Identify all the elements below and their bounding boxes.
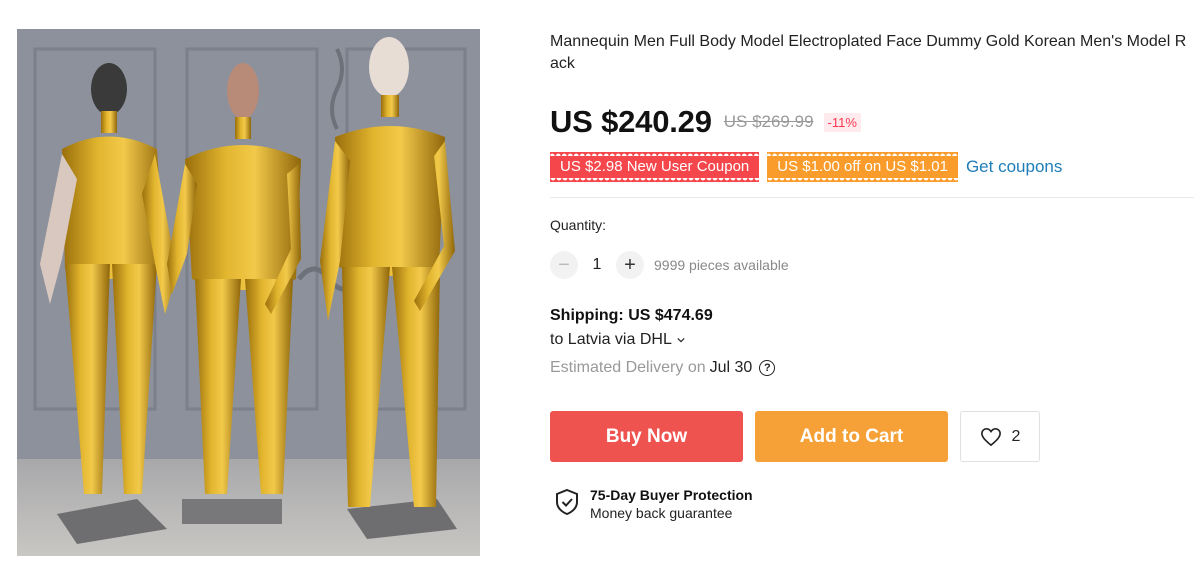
help-icon[interactable]: ?: [759, 360, 776, 376]
product-photo: [17, 29, 480, 556]
quantity-decrease-button[interactable]: −: [550, 251, 578, 279]
quantity-increase-button[interactable]: +: [616, 251, 644, 279]
quantity-value[interactable]: 1: [578, 256, 616, 274]
quantity-stepper: − 1 + 9999 pieces available: [550, 251, 789, 279]
delivery-label: Estimated Delivery on: [550, 359, 706, 376]
shield-check-icon: [556, 488, 578, 516]
protection-subtitle: Money back guarantee: [590, 505, 733, 521]
product-image[interactable]: [17, 29, 480, 556]
wishlist-count: 2: [1011, 427, 1021, 445]
discount-badge: -11%: [823, 112, 861, 132]
shipping-cost: Shipping: US $474.69: [550, 307, 713, 324]
product-title: Mannequin Men Full Body Model Electropla…: [550, 33, 1187, 72]
buyer-protection: 75-Day Buyer Protection Money back guara…: [554, 486, 753, 522]
store-coupon[interactable]: US $1.00 off on US $1.01: [767, 152, 958, 182]
wishlist-button[interactable]: 2: [960, 411, 1040, 462]
protection-title: 75-Day Buyer Protection: [590, 487, 753, 503]
action-buttons: Buy Now Add to Cart 2: [550, 411, 1040, 462]
buy-now-button[interactable]: Buy Now: [550, 411, 743, 462]
price-row: US $240.29 US $269.99 -11%: [550, 104, 861, 140]
shipping-route-selector[interactable]: to Latvia via DHL: [550, 331, 685, 349]
estimated-delivery: Estimated Delivery on Jul 30 ?: [550, 359, 776, 377]
get-coupons-link[interactable]: Get coupons: [966, 157, 1062, 177]
quantity-label: Quantity:: [550, 217, 607, 233]
pieces-available: 9999 pieces available: [654, 257, 789, 273]
delivery-date: Jul 30: [709, 359, 753, 376]
original-price: US $269.99: [723, 112, 814, 131]
divider: [550, 197, 1194, 198]
product-info-panel: Mannequin Men Full Body Model Electropla…: [550, 0, 1200, 570]
add-to-cart-button[interactable]: Add to Cart: [755, 411, 948, 462]
coupon-row: US $2.98 New User Coupon US $1.00 off on…: [550, 152, 1062, 182]
chevron-down-icon: [677, 337, 685, 343]
current-price: US $240.29: [550, 104, 712, 139]
new-user-coupon[interactable]: US $2.98 New User Coupon: [550, 152, 760, 182]
heart-icon: [980, 427, 1001, 446]
shipping-route-label: to Latvia via DHL: [550, 331, 672, 348]
